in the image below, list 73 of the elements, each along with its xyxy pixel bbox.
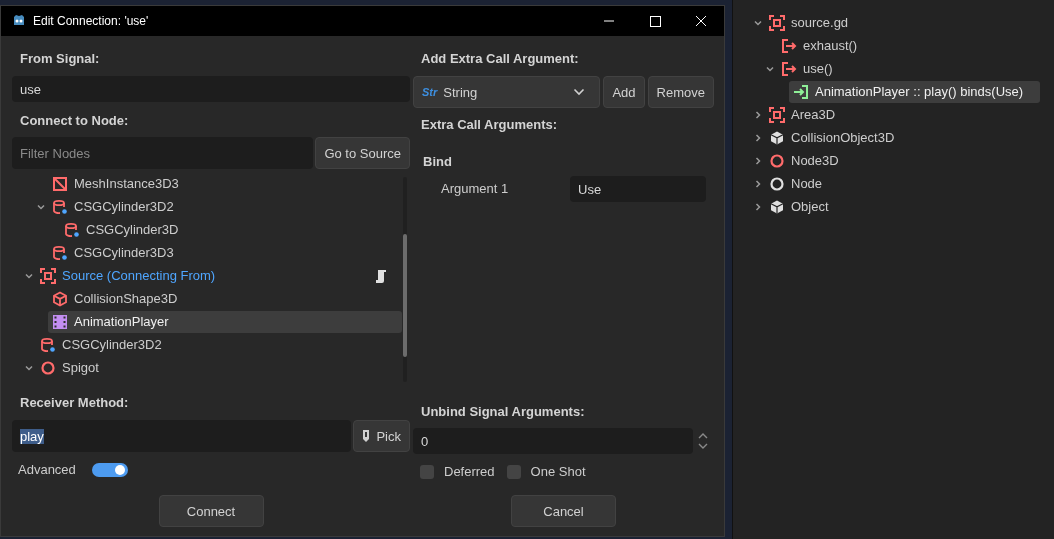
chevron-icon[interactable] — [753, 178, 763, 189]
tree-item[interactable]: AnimationPlayer — [48, 310, 402, 333]
cancel-button[interactable]: Cancel — [511, 495, 616, 527]
tree-item[interactable]: Spigot — [36, 356, 402, 379]
tree-item[interactable]: exhaust() — [777, 34, 1040, 57]
tree-item[interactable]: AnimationPlayer :: play() binds(Use) — [789, 80, 1040, 103]
checkbox-label[interactable]: One Shot — [530, 464, 586, 480]
advanced-label: Advanced — [18, 462, 76, 478]
toggle-switch[interactable] — [91, 463, 128, 477]
ring-icon — [769, 152, 785, 169]
receiver-method-field[interactable]: play — [12, 420, 352, 452]
scroll-icon[interactable] — [374, 268, 388, 283]
ring-icon — [769, 175, 785, 192]
ring-icon — [40, 359, 56, 376]
chevron-icon[interactable] — [753, 201, 763, 212]
pencil-icon — [362, 429, 371, 443]
scrollbar[interactable] — [403, 177, 407, 382]
cylinder-icon — [52, 198, 68, 215]
checkbox[interactable] — [506, 465, 521, 479]
checkbox-label[interactable]: Deferred — [444, 464, 495, 480]
tree-item[interactable]: CollisionObject3D — [765, 126, 1040, 149]
tree-item[interactable]: Node — [765, 172, 1040, 195]
connect-button[interactable]: Connect — [158, 495, 264, 527]
add-button[interactable]: Add — [603, 76, 645, 108]
tree-item[interactable]: MeshInstance3D3 — [48, 172, 402, 195]
bind-heading: Bind — [423, 154, 453, 170]
signal-field[interactable]: use — [12, 76, 410, 102]
cube-icon — [769, 198, 785, 215]
film-strip-icon — [52, 313, 68, 330]
tree-item[interactable]: Area3D — [765, 103, 1040, 126]
tree-item[interactable]: Object — [765, 195, 1040, 218]
cylinder-icon — [40, 336, 56, 353]
tree-item[interactable]: use() — [777, 57, 1040, 80]
tree-item[interactable]: CollisionShape3D — [48, 287, 402, 310]
exit-arrow-icon — [781, 60, 797, 77]
tree-item[interactable]: Node3D — [765, 149, 1040, 172]
unbind-count-field[interactable]: 0 — [413, 428, 693, 454]
window-title: Edit Connection: 'use' — [33, 14, 149, 28]
cube-icon — [769, 129, 785, 146]
tree-item[interactable]: CSGCylinder3D2 — [48, 195, 402, 218]
receiver-method-label: Receiver Method: — [20, 395, 130, 411]
cube-icon — [52, 290, 68, 307]
cylinder-icon — [64, 221, 80, 238]
tree-item[interactable]: CSGCylinder3D3 — [48, 241, 402, 264]
frame-icon — [769, 106, 785, 123]
extra-arguments-label: Extra Call Arguments: — [421, 117, 559, 133]
frame-icon — [40, 267, 56, 284]
remove-button[interactable]: Remove — [647, 76, 714, 108]
string-type-icon: Str — [422, 86, 438, 98]
tree-item[interactable]: CSGCylinder3D — [60, 218, 402, 241]
tree-item[interactable]: CSGCylinder3D2 — [36, 333, 402, 356]
frame-icon — [769, 14, 785, 31]
tree-item[interactable]: Source (Connecting From) — [36, 264, 402, 287]
type-dropdown[interactable]: Str String — [413, 76, 601, 108]
enter-arrow-icon — [793, 83, 809, 100]
from-signal-label: From Signal: — [20, 51, 101, 67]
filter-nodes-field[interactable]: Filter Nodes — [12, 137, 314, 169]
tree-item[interactable]: source.gd — [765, 11, 1040, 34]
add-extra-argument-label: Add Extra Call Argument: — [421, 51, 580, 67]
argument-name: Argument 1 — [441, 181, 510, 197]
unbind-arguments-label: Unbind Signal Arguments: — [421, 404, 586, 420]
argument-value-field[interactable]: Use — [570, 176, 706, 202]
exit-arrow-icon — [781, 37, 797, 54]
chevron-icon[interactable] — [753, 132, 763, 143]
connect-to-node-label: Connect to Node: — [20, 113, 130, 129]
go-to-source-button[interactable]: Go to Source — [315, 137, 410, 169]
crossed-square-icon — [52, 175, 68, 192]
chevron-icon — [573, 88, 586, 96]
cylinder-icon — [52, 244, 68, 261]
checkbox[interactable] — [420, 465, 434, 479]
chevron-icon[interactable] — [753, 109, 763, 120]
chevron-icon[interactable] — [753, 155, 763, 166]
pick-button[interactable]: Pick — [353, 420, 410, 452]
